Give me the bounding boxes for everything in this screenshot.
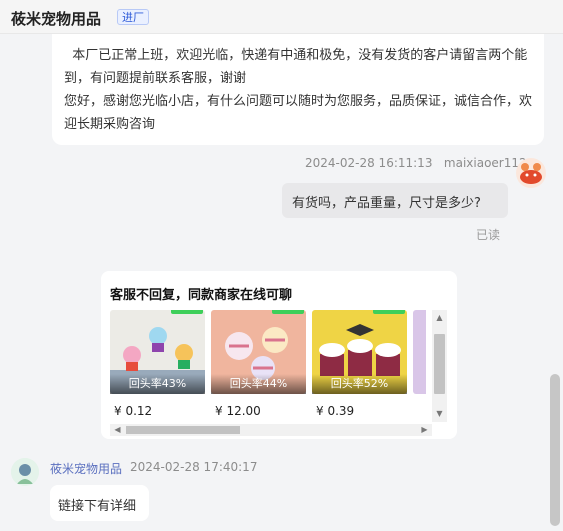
- product-price: ¥ 12.00: [215, 404, 261, 418]
- product-item[interactable]: 回头率43% ¥ 0.12: [110, 310, 205, 424]
- product-tag: [171, 310, 203, 314]
- product-item[interactable]: 回头率44% ¥ 12.00: [211, 310, 306, 424]
- shop-title: 莜米宠物用品: [11, 10, 102, 28]
- recommend-card: 客服不回复，同款商家在线可聊 回头率43% ¥ 0.12 回头率44% ¥ 12…: [101, 271, 457, 439]
- product-item-partial[interactable]: [413, 310, 426, 424]
- product-price: ¥ 0.12: [114, 404, 153, 418]
- chat-scrollbar-thumb[interactable]: [550, 374, 560, 526]
- vertical-scrollbar[interactable]: ▲ ▼: [432, 310, 447, 422]
- username: maixiaoer112: [443, 156, 527, 170]
- repurchase-rate: 回头率44%: [211, 374, 306, 394]
- greeting-text: 您好，感谢您光临小店，有什么问题可以随时为您服务，品质保证，诚信合作，欢迎长期采…: [64, 94, 533, 132]
- scroll-left-icon[interactable]: ◀: [110, 425, 125, 435]
- read-status: 已读: [476, 228, 501, 242]
- product-price: ¥ 0.39: [316, 404, 355, 418]
- chat-header: 莜米宠物用品 进厂: [0, 0, 563, 34]
- message-bubble-question: 有货吗，产品重量，尺寸是多少?: [282, 183, 508, 218]
- repurchase-rate: 回头率52%: [312, 374, 407, 394]
- scroll-down-icon[interactable]: ▼: [432, 409, 447, 419]
- card-title: 客服不回复，同款商家在线可聊: [110, 288, 293, 303]
- scroll-right-icon[interactable]: ▶: [417, 425, 432, 435]
- shop-badge[interactable]: 进厂: [117, 9, 149, 25]
- message-bubble-reply: 链接下有详细: [50, 485, 149, 521]
- timestamp: 2024-02-28 17:40:17: [130, 460, 258, 474]
- scroll-up-icon[interactable]: ▲: [432, 313, 447, 323]
- message-bubble-welcome: 本厂已正常上班，欢迎光临，快递有中通和极免，没有发货的客户请留言两个能到，有问题…: [52, 34, 544, 145]
- product-tag: [373, 310, 405, 314]
- scroll-thumb[interactable]: [126, 426, 240, 434]
- scroll-thumb[interactable]: [434, 334, 445, 394]
- timestamp: 2024-02-28 16:11:13: [305, 156, 433, 170]
- shop-avatar[interactable]: [11, 458, 39, 486]
- horizontal-scrollbar[interactable]: ◀ ▶: [110, 424, 432, 436]
- welcome-text: 本厂已正常上班，欢迎光临，快递有中通和极免，没有发货的客户请留言两个能到，有问题…: [64, 48, 528, 86]
- repurchase-rate: 回头率43%: [110, 374, 205, 394]
- product-list: 回头率43% ¥ 0.12 回头率44% ¥ 12.00 回头率52% ¥ 0.…: [110, 310, 426, 424]
- product-image[interactable]: [413, 310, 426, 394]
- message-meta: 2024-02-28 16:11:13 maixiaoer112: [305, 156, 527, 170]
- product-item[interactable]: 回头率52% ¥ 0.39: [312, 310, 407, 424]
- sender-name: 莜米宠物用品: [50, 462, 123, 476]
- user-avatar[interactable]: [516, 158, 546, 188]
- product-tag: [272, 310, 304, 314]
